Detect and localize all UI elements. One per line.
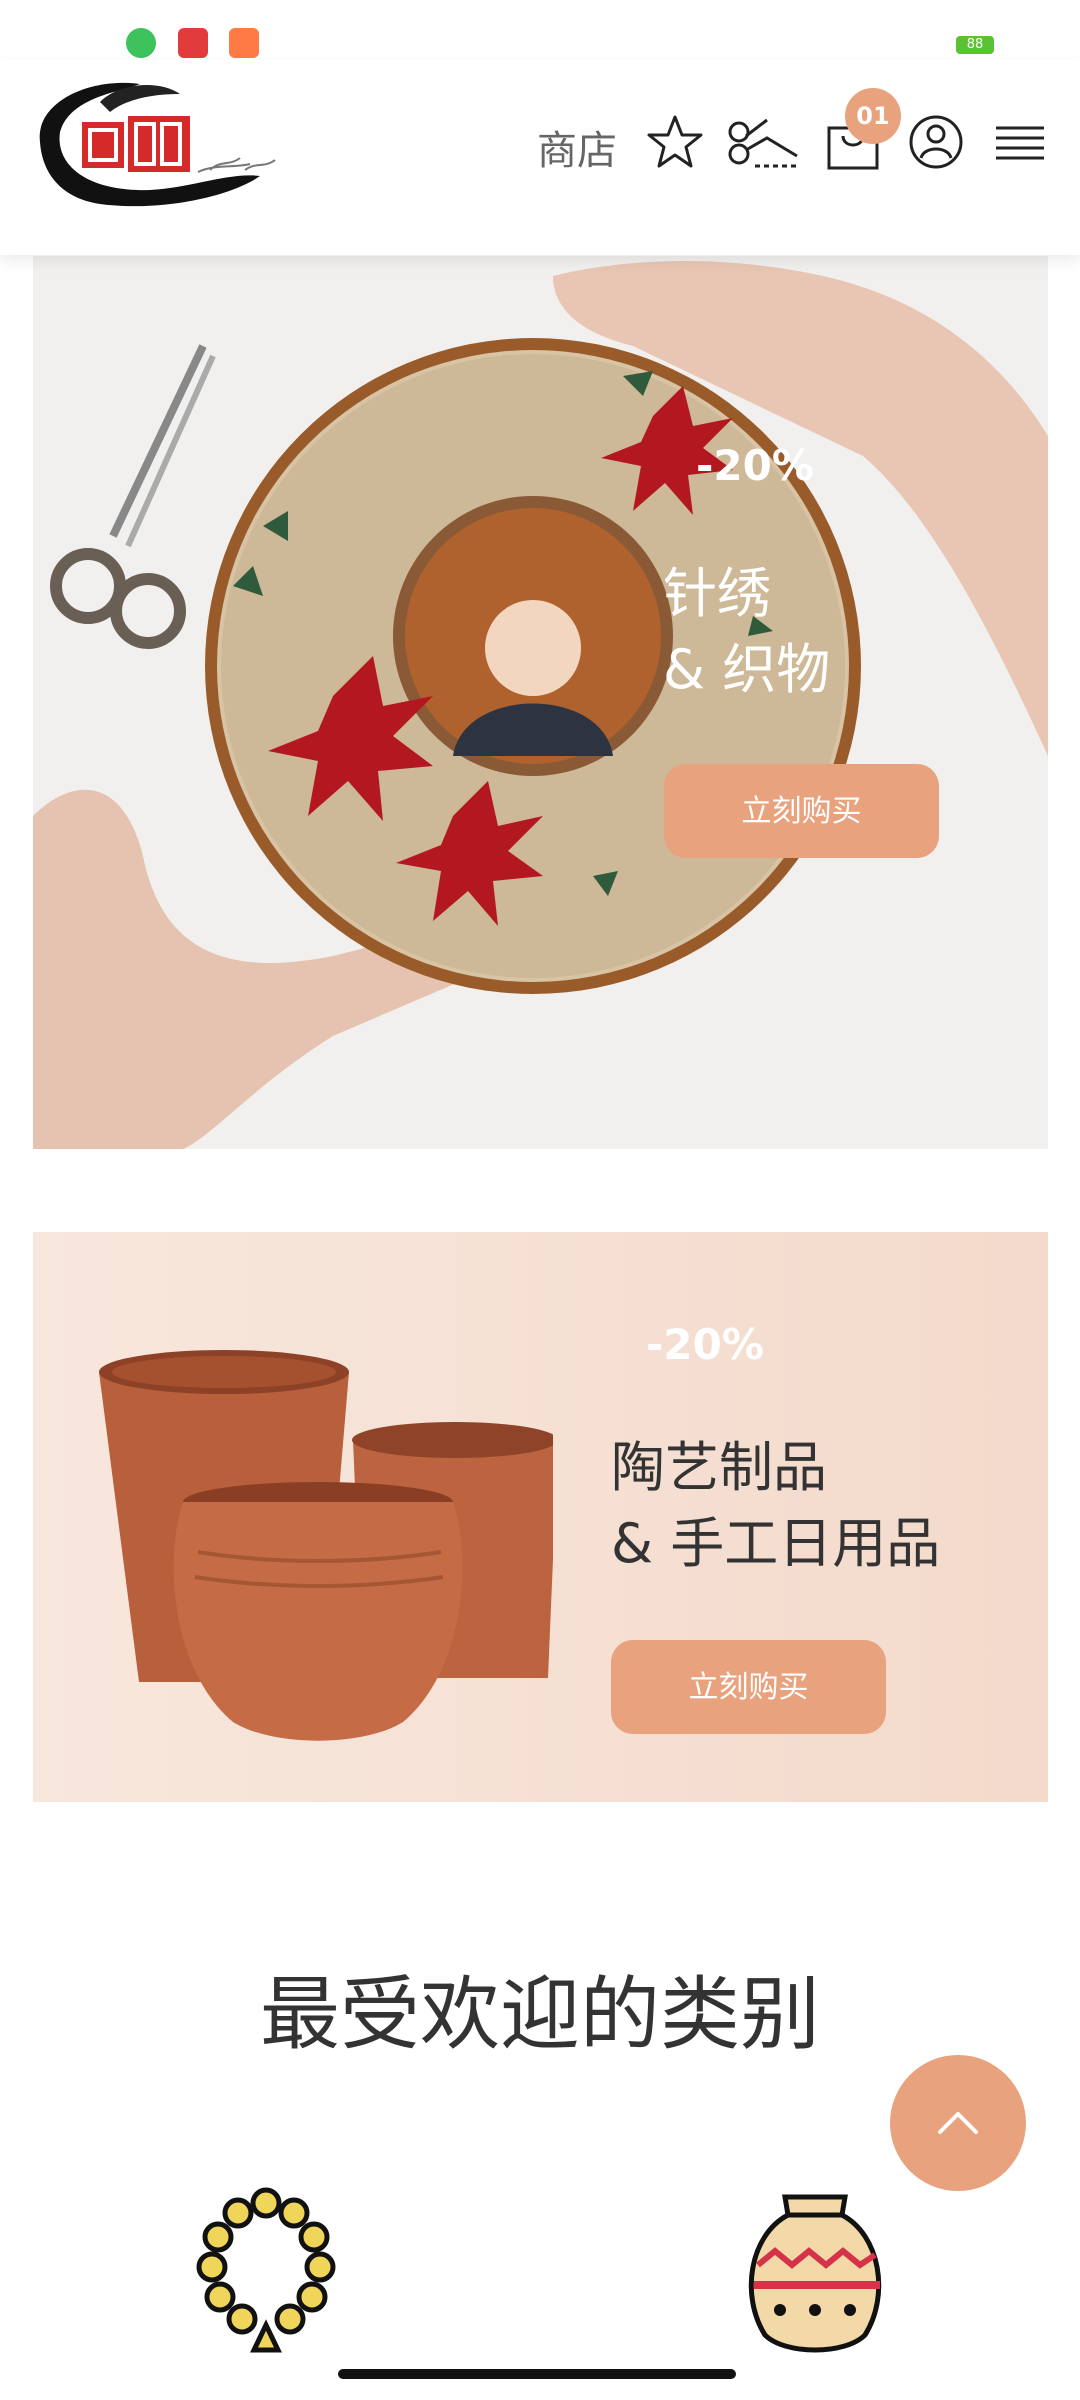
banner-title-line2: & 织物 <box>663 638 831 701</box>
nav-shop-link[interactable]: 商店 <box>537 118 617 176</box>
banner-title: 针绣 & 织物 <box>663 556 830 708</box>
banner-title-line1: 陶艺制品 <box>611 1436 827 1499</box>
decorated-vase-icon[interactable] <box>730 2185 900 2355</box>
site-header: 商店 01 <box>0 60 1080 255</box>
back-to-top-button[interactable] <box>890 2055 1026 2191</box>
bead-bracelet-icon[interactable] <box>186 2185 346 2355</box>
banner-title-line1: 针绣 <box>663 562 771 625</box>
banner-embroidery[interactable]: -20% 针绣 & 织物 立刻购买 <box>33 256 1048 1149</box>
home-indicator <box>338 2369 736 2379</box>
clay-pots-image <box>99 1350 553 1741</box>
battery-indicator: 88 <box>956 36 994 54</box>
section-title: 最受欢迎的类别 <box>260 1968 820 2061</box>
buy-now-button[interactable]: 立刻购买 <box>664 764 939 858</box>
buy-now-button[interactable]: 立刻购买 <box>611 1640 886 1734</box>
cart-count-badge: 01 <box>845 88 901 144</box>
banner-discount: -20% <box>696 441 814 490</box>
user-account-icon[interactable] <box>906 112 966 172</box>
logo[interactable] <box>30 72 300 212</box>
banner-title-line2: & 手工日用品 <box>611 1512 941 1575</box>
hamburger-menu-icon[interactable] <box>990 112 1050 172</box>
chevron-up-icon <box>938 2112 978 2134</box>
scissors-icon[interactable] <box>727 112 801 172</box>
embroidery-hoop-image <box>33 256 1048 1149</box>
netease-music-icon <box>178 28 208 58</box>
shopping-app-icon <box>229 28 259 58</box>
banner-ceramics[interactable]: -20% 陶艺制品 & 手工日用品 立刻购买 <box>33 1232 1048 1802</box>
star-icon[interactable] <box>645 112 705 172</box>
banner-title: 陶艺制品 & 手工日用品 <box>611 1430 940 1582</box>
wechat-icon <box>126 28 156 58</box>
page: 88 商店 01 -20% 针绣 & 织物 立刻购买 -20% 陶艺制品 & 手… <box>0 0 1080 2400</box>
banner-discount: -20% <box>646 1320 764 1369</box>
